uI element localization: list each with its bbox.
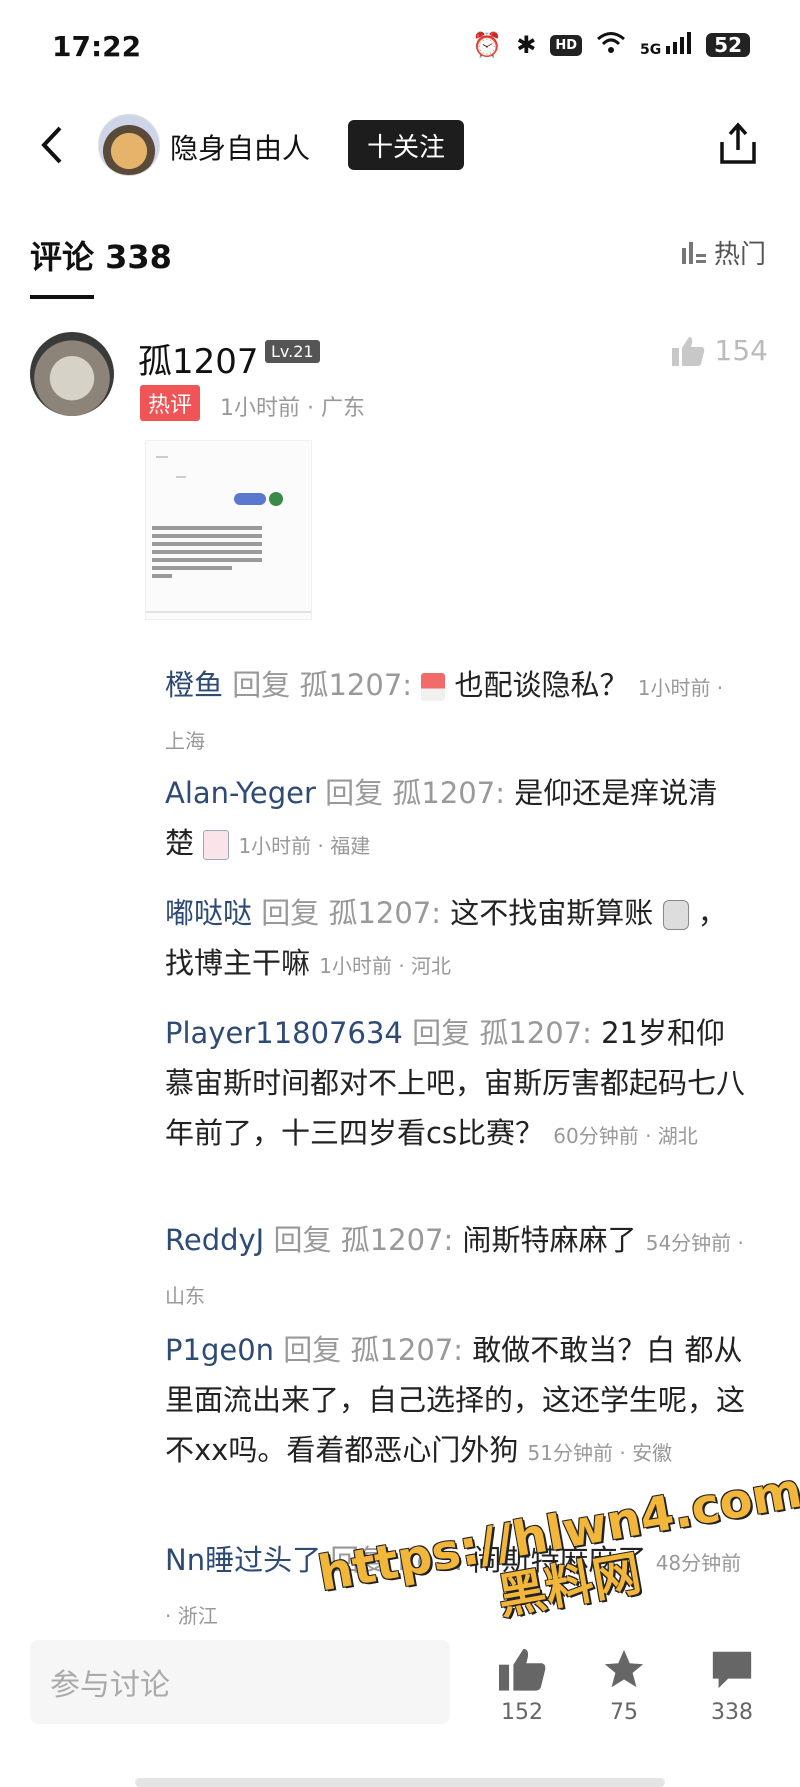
comment-like-button[interactable]: 154 bbox=[671, 334, 768, 367]
comment-count: 338 bbox=[711, 1700, 753, 1725]
reply-meta: 51分钟前 · 安徽 bbox=[527, 1441, 673, 1465]
comment-bubble-icon bbox=[712, 1651, 752, 1689]
reply-username[interactable]: 橙鱼 bbox=[165, 668, 223, 702]
favorite-count: 75 bbox=[610, 1700, 638, 1725]
reply-text: 敢做不敢当？白 bbox=[472, 1333, 676, 1367]
status-time: 17:22 bbox=[52, 30, 142, 63]
alarm-icon: ⏰ bbox=[472, 31, 503, 59]
reply-username[interactable]: ReddyJ bbox=[165, 1223, 264, 1257]
commenter-avatar[interactable] bbox=[30, 332, 114, 416]
comments-count-title: 评论 338 bbox=[30, 238, 172, 276]
hot-comment-badge: 热评 bbox=[140, 385, 201, 421]
reply-meta: 1小时前 · 福建 bbox=[238, 834, 371, 858]
status-icons: ⏰ ✱ HD 5G 52 bbox=[472, 30, 750, 60]
wifi-icon bbox=[596, 30, 626, 60]
pink-face-emoji-icon bbox=[203, 830, 230, 860]
reply-text: 这不找宙斯算账 bbox=[450, 896, 654, 930]
reply-username[interactable]: 嘟哒哒 bbox=[165, 896, 252, 930]
comment-input[interactable]: 参与讨论 bbox=[30, 1640, 450, 1724]
sort-hot-button[interactable]: 热门 bbox=[680, 234, 766, 271]
follow-button[interactable]: 十关注 bbox=[348, 120, 464, 170]
reply-keyword: 回复 bbox=[283, 1333, 342, 1367]
reply-keyword: 回复 bbox=[232, 668, 291, 702]
star-icon bbox=[604, 1649, 644, 1688]
commenter-name[interactable]: 孤1207 bbox=[138, 334, 259, 383]
reply-target: 孤1207: bbox=[299, 668, 413, 702]
like-button[interactable]: 152 bbox=[482, 1646, 562, 1725]
reply-target: 孤1207: bbox=[479, 1016, 592, 1050]
gray-face-emoji-icon bbox=[662, 900, 689, 930]
like-count: 152 bbox=[501, 1700, 543, 1725]
reply-target: 孤1207: bbox=[392, 776, 505, 810]
reply-item[interactable]: 橙鱼 回复 孤1207: 也配谈隐私？ 1小时前 · 上海 bbox=[165, 660, 745, 766]
reply-text: 也配谈隐私？ bbox=[454, 668, 629, 702]
comment-like-count: 154 bbox=[714, 334, 768, 367]
reply-item[interactable]: P1ge0n 回复 孤1207: 敢做不敢当？白 都从里面流出来了，自己选择的，… bbox=[165, 1325, 745, 1478]
reply-target: 孤1207: bbox=[328, 896, 442, 930]
sort-label: 热门 bbox=[713, 240, 766, 270]
reply-username[interactable]: P1ge0n bbox=[165, 1333, 274, 1367]
reply-keyword: 回复 bbox=[325, 776, 384, 810]
comment-button[interactable]: 338 bbox=[692, 1646, 772, 1725]
reply-item[interactable]: Player11807634 回复 孤1207: 21岁和仰慕宙斯时间都对不上吧… bbox=[165, 1008, 745, 1161]
hd-badge: HD bbox=[550, 34, 583, 56]
reply-meta: 60分钟前 · 湖北 bbox=[553, 1124, 698, 1148]
thumbs-up-icon bbox=[671, 336, 704, 366]
reply-keyword: 回复 bbox=[273, 1223, 332, 1257]
signal-icon: 5G bbox=[640, 32, 692, 58]
comment-meta: 1小时前 · 广东 bbox=[220, 396, 365, 421]
reply-item[interactable]: 嘟哒哒 回复 孤1207: 这不找宙斯算账 ，找博主干嘛 1小时前 · 河北 bbox=[165, 888, 745, 991]
red-white-square-emoji-icon bbox=[421, 673, 446, 701]
battery-indicator: 52 bbox=[706, 33, 750, 57]
author-avatar[interactable] bbox=[98, 114, 160, 176]
thumbs-up-icon bbox=[499, 1648, 546, 1691]
reply-meta: 1小时前 · 河北 bbox=[319, 954, 452, 978]
reply-username[interactable]: Alan-Yeger bbox=[165, 776, 316, 810]
author-name[interactable]: 隐身自由人 bbox=[170, 127, 310, 167]
favorite-button[interactable]: 75 bbox=[584, 1646, 664, 1725]
reply-username[interactable]: Player11807634 bbox=[165, 1016, 403, 1050]
reply-username[interactable]: Nn睡过头了 bbox=[165, 1543, 321, 1577]
bluetooth-icon: ✱ bbox=[516, 31, 537, 59]
reply-item[interactable]: ReddyJ 回复 孤1207: 闹斯特麻麻了 54分钟前 · 山东 bbox=[165, 1215, 745, 1321]
share-icon[interactable] bbox=[716, 120, 760, 168]
reply-text: 闹斯特麻麻了 bbox=[462, 1223, 637, 1257]
back-icon[interactable] bbox=[34, 122, 74, 168]
sort-icon bbox=[681, 241, 706, 264]
level-badge: Lv.21 bbox=[265, 340, 320, 363]
home-indicator[interactable] bbox=[135, 1778, 665, 1787]
comment-attached-image[interactable] bbox=[145, 440, 312, 620]
reply-keyword: 回复 bbox=[261, 896, 320, 930]
reply-keyword: 回复 bbox=[412, 1016, 471, 1050]
reply-target: 孤1207: bbox=[350, 1333, 464, 1367]
reply-item[interactable]: Alan-Yeger 回复 孤1207: 是仰还是痒说清楚 1小时前 · 福建 bbox=[165, 768, 745, 871]
reply-target: 孤1207: bbox=[340, 1223, 454, 1257]
tab-underline bbox=[30, 295, 94, 299]
